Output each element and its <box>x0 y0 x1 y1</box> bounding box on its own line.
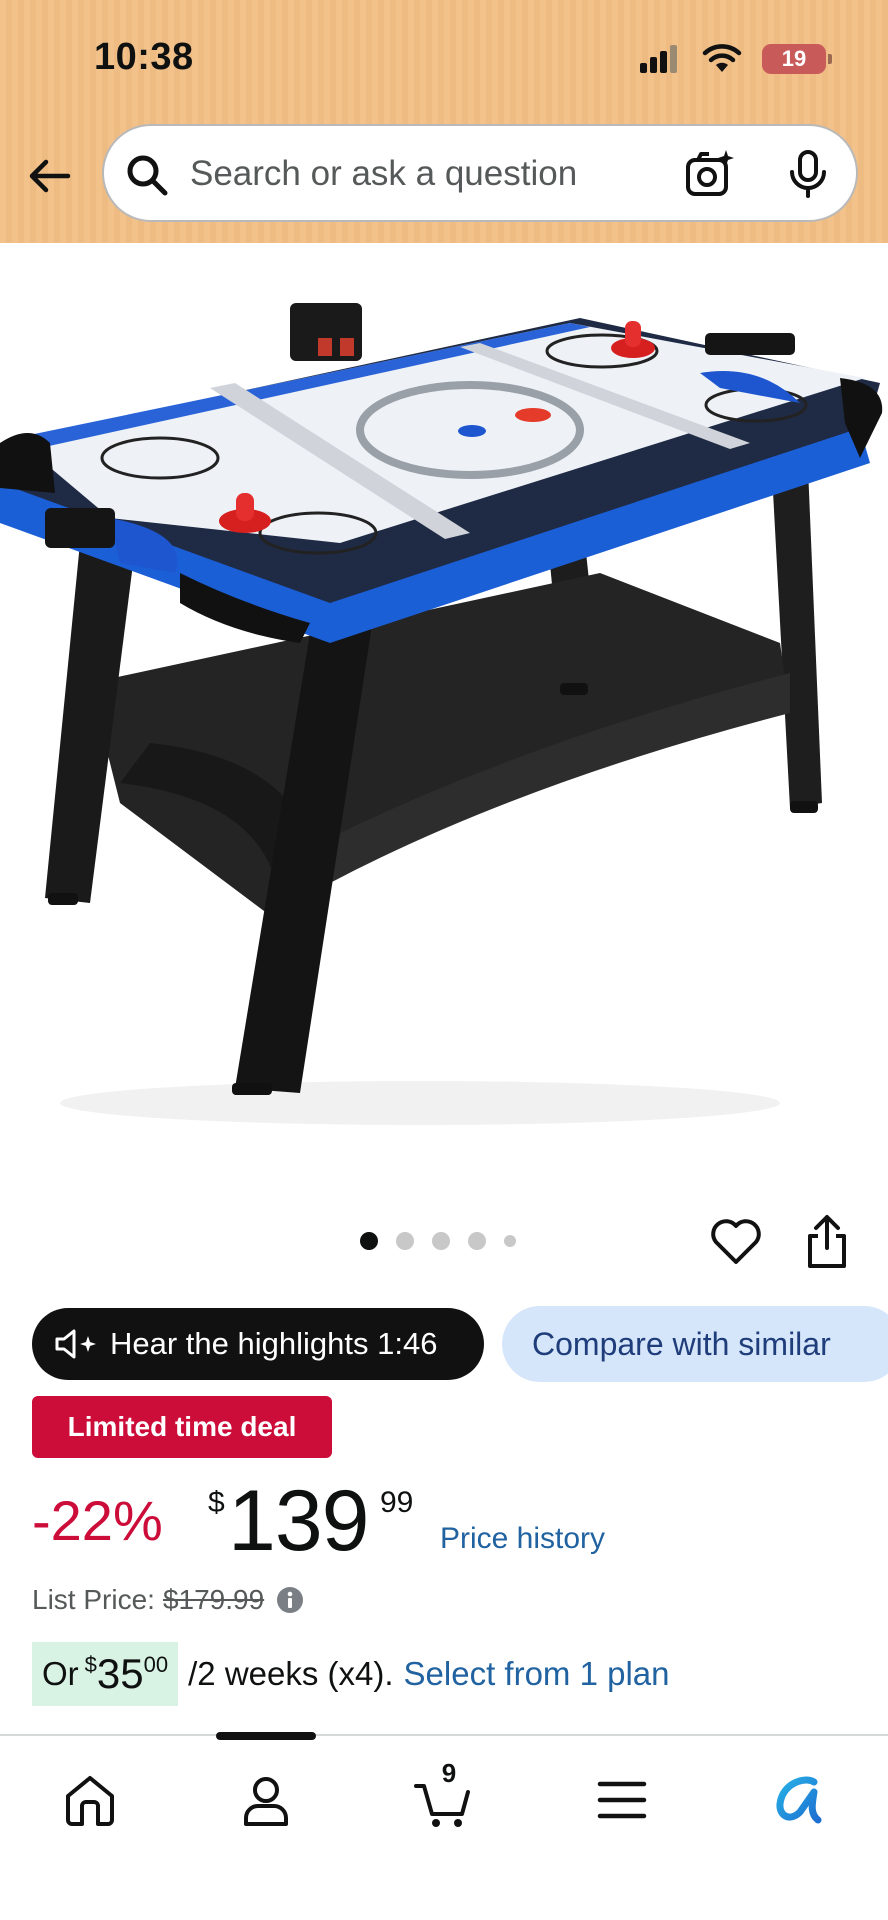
menu-icon[interactable] <box>592 1770 652 1830</box>
speaker-sparkle-icon <box>55 1329 96 1359</box>
carousel-dot[interactable] <box>504 1235 516 1247</box>
price-currency: $ <box>208 1486 225 1519</box>
installment-amount: Or $ 35 00 <box>32 1642 179 1706</box>
status-time: 10:38 <box>94 36 194 78</box>
installment-offer: Or $ 35 00 /2 weeks (x4). Select from 1 … <box>32 1642 670 1706</box>
signal-icon <box>640 45 677 73</box>
price-whole: 139 <box>228 1473 369 1569</box>
air-hockey-table-image <box>0 303 883 1125</box>
battery-level: 19 <box>781 46 807 71</box>
price-fraction: 99 <box>380 1486 414 1519</box>
rufus-icon[interactable] <box>770 1770 830 1830</box>
bottom-navigation: 9 <box>0 1732 888 1920</box>
search-input[interactable]: Search or ask a question <box>190 154 577 194</box>
battery-indicator: 19 <box>762 44 832 74</box>
installment-fraction: 00 <box>143 1652 169 1677</box>
installment-prefix: Or <box>42 1655 79 1692</box>
installment-whole: 35 <box>96 1650 144 1697</box>
list-price-label: List Price: <box>32 1584 155 1615</box>
installment-period: /2 weeks (x4). <box>188 1655 394 1692</box>
account-icon[interactable] <box>236 1770 296 1830</box>
installment-currency: $ <box>84 1652 97 1677</box>
list-price: List Price: $179.99 <box>32 1584 304 1616</box>
hear-highlights-button[interactable]: Hear the highlights 1:46 <box>32 1308 484 1380</box>
home-icon[interactable] <box>60 1770 120 1830</box>
carousel-dot[interactable] <box>468 1232 486 1250</box>
microphone-icon[interactable] <box>784 148 832 200</box>
discount-percent: -22% <box>32 1489 163 1552</box>
info-icon[interactable] <box>276 1586 304 1614</box>
search-icon <box>127 155 168 196</box>
carousel-dot[interactable] <box>432 1232 450 1250</box>
share-icon[interactable] <box>802 1214 852 1270</box>
compare-label: Compare with similar <box>532 1325 831 1362</box>
back-arrow-icon[interactable] <box>24 150 76 202</box>
select-plan-link[interactable]: Select from 1 plan <box>404 1655 670 1693</box>
active-tab-indicator <box>216 1732 316 1740</box>
carousel-dot[interactable] <box>396 1232 414 1250</box>
hear-highlights-label: Hear the highlights 1:46 <box>110 1326 438 1361</box>
compare-with-similar-button[interactable]: Compare with similar <box>502 1306 888 1382</box>
app-header: 10:38 19 Search or ask a question <box>0 0 888 243</box>
image-carousel-dots[interactable] <box>360 1232 516 1250</box>
heart-icon[interactable] <box>710 1218 762 1266</box>
carousel-dot[interactable] <box>360 1232 378 1250</box>
status-icons: 19 <box>638 42 832 76</box>
list-price-value: $179.99 <box>162 1584 265 1615</box>
wifi-icon <box>702 44 742 72</box>
price-history-link[interactable]: Price history <box>440 1522 605 1556</box>
camera-sparkle-icon[interactable] <box>684 148 736 200</box>
product-image[interactable] <box>0 243 888 1200</box>
search-bar[interactable]: Search or ask a question <box>102 124 858 222</box>
limited-deal-badge: Limited time deal <box>32 1396 332 1458</box>
cart-count-badge: 9 <box>441 1758 457 1788</box>
